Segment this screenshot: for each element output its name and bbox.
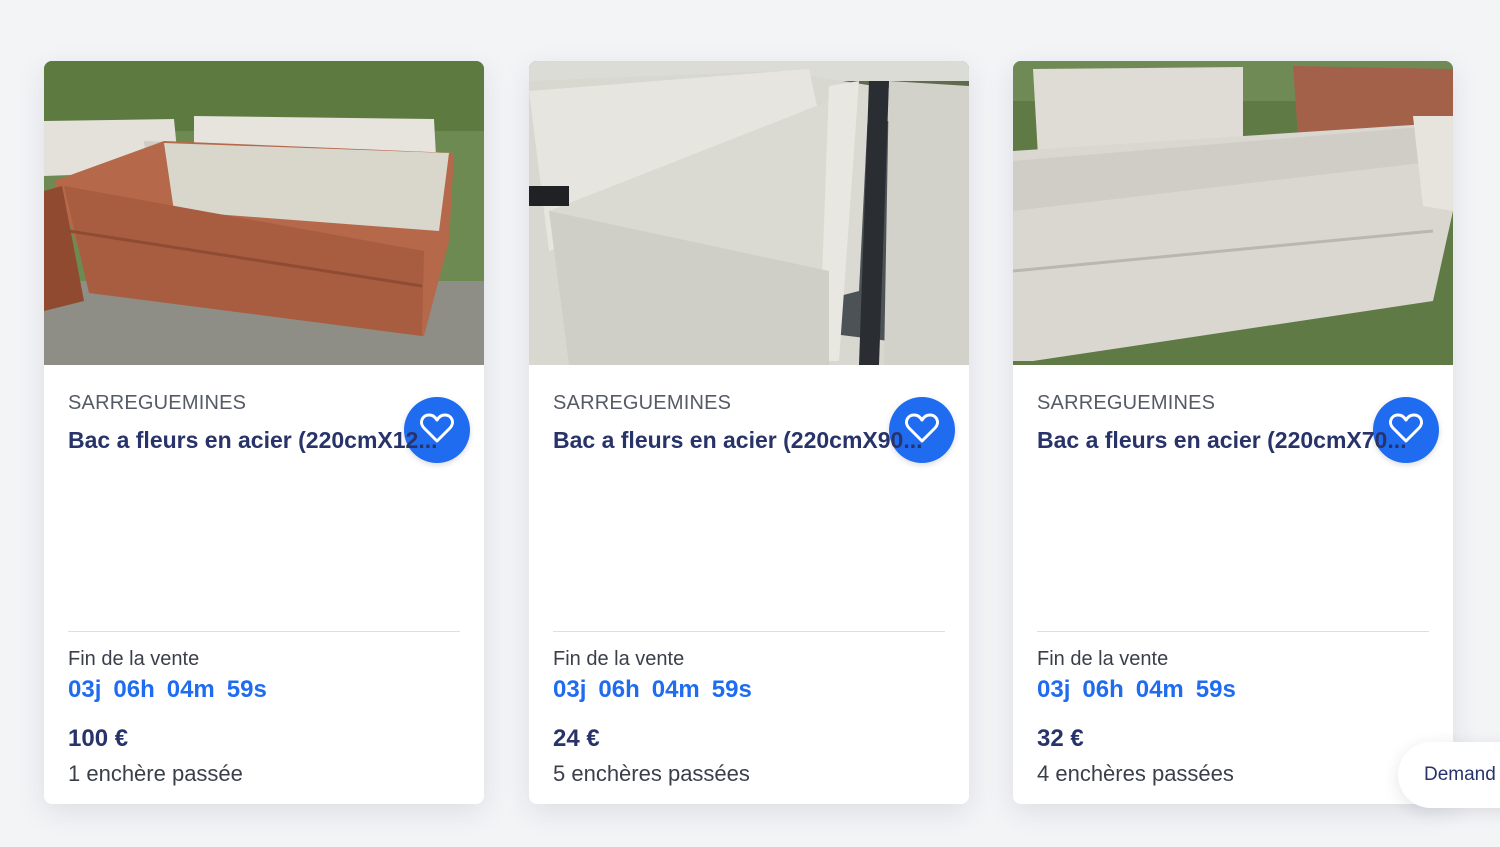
listing-card[interactable]: SARREGUEMINES Bac a fleurs en acier (220… <box>529 61 969 804</box>
listing-price: 32 € <box>1037 725 1084 752</box>
countdown-seconds: 59s <box>711 676 752 703</box>
countdown-days: 03j <box>553 676 587 703</box>
listing-title[interactable]: Bac a fleurs en acier (220cmX90... <box>553 427 945 454</box>
divider <box>1037 631 1429 632</box>
countdown-minutes: 04m <box>1135 676 1184 703</box>
bid-count: 1 enchère passée <box>68 761 243 786</box>
countdown-minutes: 04m <box>651 676 700 703</box>
countdown-seconds: 59s <box>226 676 267 703</box>
listing-photo[interactable] <box>529 61 969 365</box>
countdown-timer: 03j 06h 04m 59s <box>553 676 752 704</box>
countdown-timer: 03j 06h 04m 59s <box>1037 676 1236 704</box>
listing-title[interactable]: Bac a fleurs en acier (220cmX12... <box>68 427 460 454</box>
listing-location: SARREGUEMINES <box>1037 392 1216 414</box>
sale-end-label: Fin de la vente <box>1037 648 1169 670</box>
listing-location: SARREGUEMINES <box>68 392 247 414</box>
listing-location: SARREGUEMINES <box>553 392 732 414</box>
divider <box>68 631 460 632</box>
ask-request-button[interactable]: Demand <box>1398 742 1500 808</box>
sale-end-label: Fin de la vente <box>553 648 685 670</box>
listing-title[interactable]: Bac a fleurs en acier (220cmX70... <box>1037 427 1429 454</box>
countdown-minutes: 04m <box>166 676 215 703</box>
divider <box>553 631 945 632</box>
listing-photo[interactable] <box>1013 61 1453 365</box>
bid-count: 5 enchères passées <box>553 761 750 786</box>
listing-price: 24 € <box>553 725 600 752</box>
countdown-seconds: 59s <box>1195 676 1236 703</box>
countdown-hours: 06h <box>1082 676 1124 703</box>
countdown-days: 03j <box>68 676 102 703</box>
sale-end-label: Fin de la vente <box>68 648 200 670</box>
listing-card[interactable]: SARREGUEMINES Bac a fleurs en acier (220… <box>1013 61 1453 804</box>
listing-grid: SARREGUEMINES Bac a fleurs en acier (220… <box>0 0 1500 847</box>
countdown-hours: 06h <box>598 676 640 703</box>
listing-photo[interactable] <box>44 61 484 365</box>
countdown-timer: 03j 06h 04m 59s <box>68 676 267 704</box>
countdown-days: 03j <box>1037 676 1071 703</box>
bid-count: 4 enchères passées <box>1037 761 1234 786</box>
listing-price: 100 € <box>68 725 129 752</box>
listing-card[interactable]: SARREGUEMINES Bac a fleurs en acier (220… <box>44 61 484 804</box>
countdown-hours: 06h <box>113 676 155 703</box>
